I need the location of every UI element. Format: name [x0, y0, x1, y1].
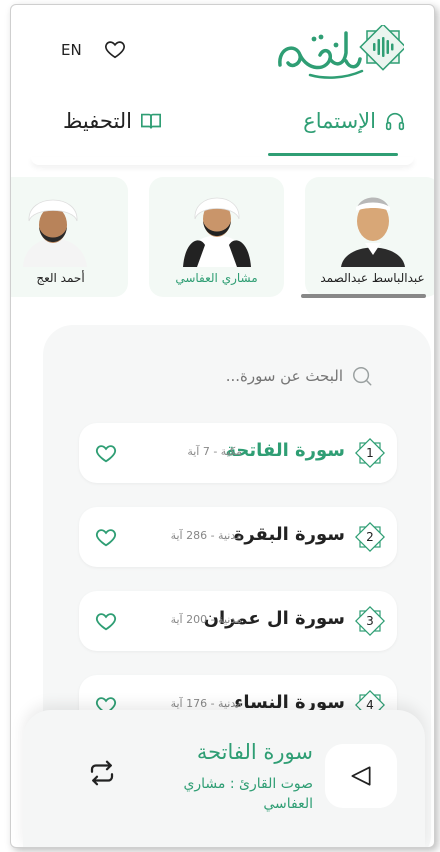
search-bar[interactable] — [183, 361, 423, 391]
surah-row[interactable]: 3 سورة ال عمران مدنية - 200 آية — [79, 591, 397, 651]
favorite-heart-icon[interactable] — [95, 610, 117, 632]
reciter-photo — [22, 185, 99, 267]
surah-number: 1 — [366, 446, 374, 460]
reciter-card[interactable]: مشاري العفاسي — [149, 177, 284, 297]
top-bar: EN — [11, 5, 434, 95]
tab-listen[interactable]: الإستماع — [303, 109, 406, 133]
surah-meta: مدنية - 286 آية — [170, 529, 242, 542]
tabs-divider — [31, 157, 414, 165]
surah-number: 2 — [366, 530, 374, 544]
reciter-photo — [178, 185, 255, 267]
tab-memorize-label: التحفيظ — [63, 109, 133, 133]
app-logo — [278, 25, 404, 79]
active-tab-indicator — [268, 153, 398, 156]
reciter-name: مشاري العفاسي — [175, 271, 258, 285]
mode-tabs: الإستماع التحفيظ — [11, 101, 434, 161]
surah-number: 3 — [366, 614, 374, 628]
app-screen: EN الإستماع التحفيظ عبدالباسط عبدالصمد م… — [10, 4, 435, 848]
tab-listen-label: الإستماع — [303, 109, 376, 133]
favorite-heart-icon[interactable] — [95, 526, 117, 548]
tab-memorize[interactable]: التحفيظ — [63, 109, 162, 133]
reciter-name: عبدالباسط عبدالصمد — [320, 271, 425, 285]
reciter-card[interactable]: أحمد العج — [11, 177, 128, 297]
play-button[interactable] — [325, 744, 397, 808]
headphones-icon — [385, 112, 405, 131]
book-icon — [141, 113, 162, 129]
now-playing-title: سورة الفاتحة — [196, 740, 313, 764]
reciter-name: أحمد العج — [36, 271, 85, 285]
reciters-carousel[interactable]: عبدالباسط عبدالصمد مشاري العفاسي أحمد ال… — [11, 177, 434, 302]
mini-player: سورة الفاتحة صوت القارئ : مشاري العفاسي — [23, 710, 425, 847]
favorites-heart-icon[interactable] — [104, 38, 126, 60]
favorite-heart-icon[interactable] — [95, 442, 117, 464]
surah-meta: مكية - 7 آية — [187, 445, 242, 458]
play-icon — [351, 766, 371, 786]
repeat-icon[interactable] — [87, 758, 117, 788]
surah-name: سورة البقرة — [233, 524, 345, 545]
language-toggle[interactable]: EN — [61, 41, 82, 59]
surah-row[interactable]: 2 سورة البقرة مدنية - 286 آية — [79, 507, 397, 567]
search-input[interactable] — [183, 367, 343, 385]
search-icon — [353, 367, 372, 386]
surah-meta: مدنية - 200 آية — [170, 613, 242, 626]
surah-name: سورة الفاتحة — [225, 440, 345, 461]
surah-meta: مدنية - 176 آية — [170, 697, 242, 710]
now-playing-reciter: صوت القارئ : مشاري العفاسي — [183, 776, 313, 812]
surah-row[interactable]: 1 سورة الفاتحة مكية - 7 آية — [79, 423, 397, 483]
carousel-scrollbar[interactable] — [301, 294, 426, 298]
reciter-card[interactable]: عبدالباسط عبدالصمد — [305, 177, 434, 297]
reciter-photo — [334, 185, 411, 267]
